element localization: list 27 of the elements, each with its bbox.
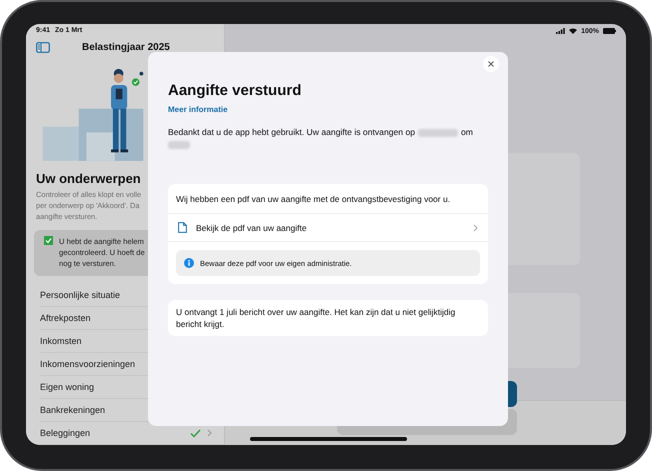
notice-text-card: U ontvangt 1 juli bericht over uw aangifte. Het kan zijn dat u niet gelijktijdig bericht krijgt. bbox=[168, 300, 488, 336]
more-info-link[interactable]: Meer informatie bbox=[168, 105, 228, 114]
signal-icon bbox=[556, 28, 566, 34]
topic-label: Persoonlijke situatie bbox=[40, 290, 122, 300]
confirmation-text: om bbox=[461, 127, 473, 137]
document-icon bbox=[178, 222, 187, 233]
topic-label: Inkomensvoorzieningen bbox=[40, 359, 136, 370]
nav-title: Belastingjaar 2025 bbox=[82, 42, 170, 54]
topic-label: Bankrekeningen bbox=[40, 405, 106, 416]
blurred-date bbox=[418, 128, 458, 137]
topic-label: Beleggingen bbox=[40, 428, 92, 438]
chevron-right-icon bbox=[207, 429, 212, 438]
section-title: Uw onderwerpen bbox=[35, 171, 142, 186]
close-icon bbox=[488, 61, 494, 67]
topic-label: Inkomsten bbox=[40, 336, 83, 346]
battery-icon bbox=[603, 28, 616, 34]
info-icon bbox=[184, 258, 194, 268]
blurred-time bbox=[168, 140, 190, 149]
topic-label: Eigen woning bbox=[40, 382, 96, 392]
view-pdf-row[interactable]: Bekijk de pdf van uw aangifte bbox=[168, 214, 488, 242]
pdf-intro-text: Wij hebben een pdf van uw aangifte met de ontvangstbevestiging voor u. bbox=[168, 184, 488, 214]
chevron-right-icon bbox=[473, 224, 478, 232]
close-button[interactable] bbox=[483, 56, 499, 72]
dialog-title: Aangifte verstuurd bbox=[168, 82, 302, 99]
confirmation-text: Bedankt dat u de app hebt gebruikt. Uw aangifte is ontvangen op bbox=[168, 127, 416, 137]
wifi-icon bbox=[569, 28, 578, 34]
sidebar-toggle-icon[interactable] bbox=[36, 42, 50, 54]
